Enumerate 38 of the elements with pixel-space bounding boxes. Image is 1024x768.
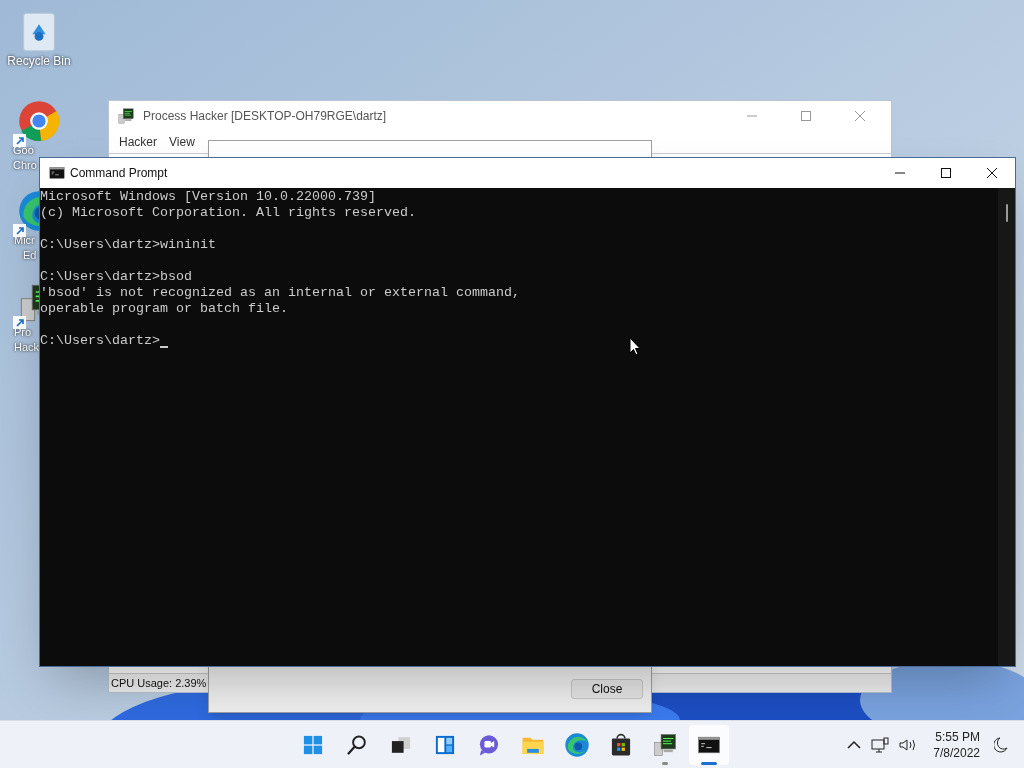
menu-item[interactable]: View xyxy=(163,133,201,151)
shortcut-arrow-icon xyxy=(13,134,26,147)
taskbar-button[interactable] xyxy=(689,724,729,765)
icon-label[interactable]: Goo xyxy=(13,143,34,158)
scrollbar[interactable] xyxy=(998,188,1015,666)
menu-item[interactable]: Hacker xyxy=(113,133,163,151)
edge-icon xyxy=(564,731,590,758)
mouse-pointer-icon xyxy=(629,337,641,356)
close-button[interactable]: Close xyxy=(571,679,643,699)
speaker-icon[interactable] xyxy=(899,736,918,753)
console-line: C:\Users\dartz>bsod xyxy=(40,269,192,285)
moon-icon[interactable] xyxy=(994,736,1008,753)
icon-label[interactable]: Pro xyxy=(14,325,32,340)
running-indicator xyxy=(662,761,668,765)
clock-time[interactable]: 5:55 PM xyxy=(935,728,980,745)
network-icon[interactable] xyxy=(871,736,890,753)
console-line: operable program or batch file. xyxy=(40,301,288,317)
maximize-icon[interactable] xyxy=(941,168,951,178)
shortcut-arrow-icon xyxy=(13,224,26,237)
computer-monitor-icon xyxy=(652,731,678,758)
shortcut-arrow-icon xyxy=(13,316,26,329)
console-line: C:\Users\dartz>wininit xyxy=(40,237,216,253)
console-icon xyxy=(48,164,66,182)
chevron-up-icon[interactable] xyxy=(847,740,862,749)
chrome-icon xyxy=(17,99,61,143)
scroll-thumb[interactable] xyxy=(1005,204,1008,222)
console-line: C:\Users\dartz> xyxy=(40,333,160,349)
window-title: Command Prompt xyxy=(70,165,168,182)
console-line: (c) Microsoft Corporation. All rights reserved. xyxy=(40,205,416,221)
close-icon[interactable] xyxy=(987,168,997,178)
window-title: Process Hacker [DESKTOP-OH79RGE\dartz] xyxy=(143,108,387,125)
computer-monitor-icon xyxy=(117,107,135,125)
text-cursor xyxy=(160,346,168,348)
clock-date[interactable]: 7/8/2022 xyxy=(933,744,980,761)
status-text: CPU Usage: 2.39% xyxy=(111,675,207,691)
console-line: Microsoft Windows [Version 10.0.22000.739] xyxy=(40,189,376,205)
console-line: 'bsod' is not recognized as an internal or external command, xyxy=(40,285,520,301)
running-indicator xyxy=(701,761,717,765)
